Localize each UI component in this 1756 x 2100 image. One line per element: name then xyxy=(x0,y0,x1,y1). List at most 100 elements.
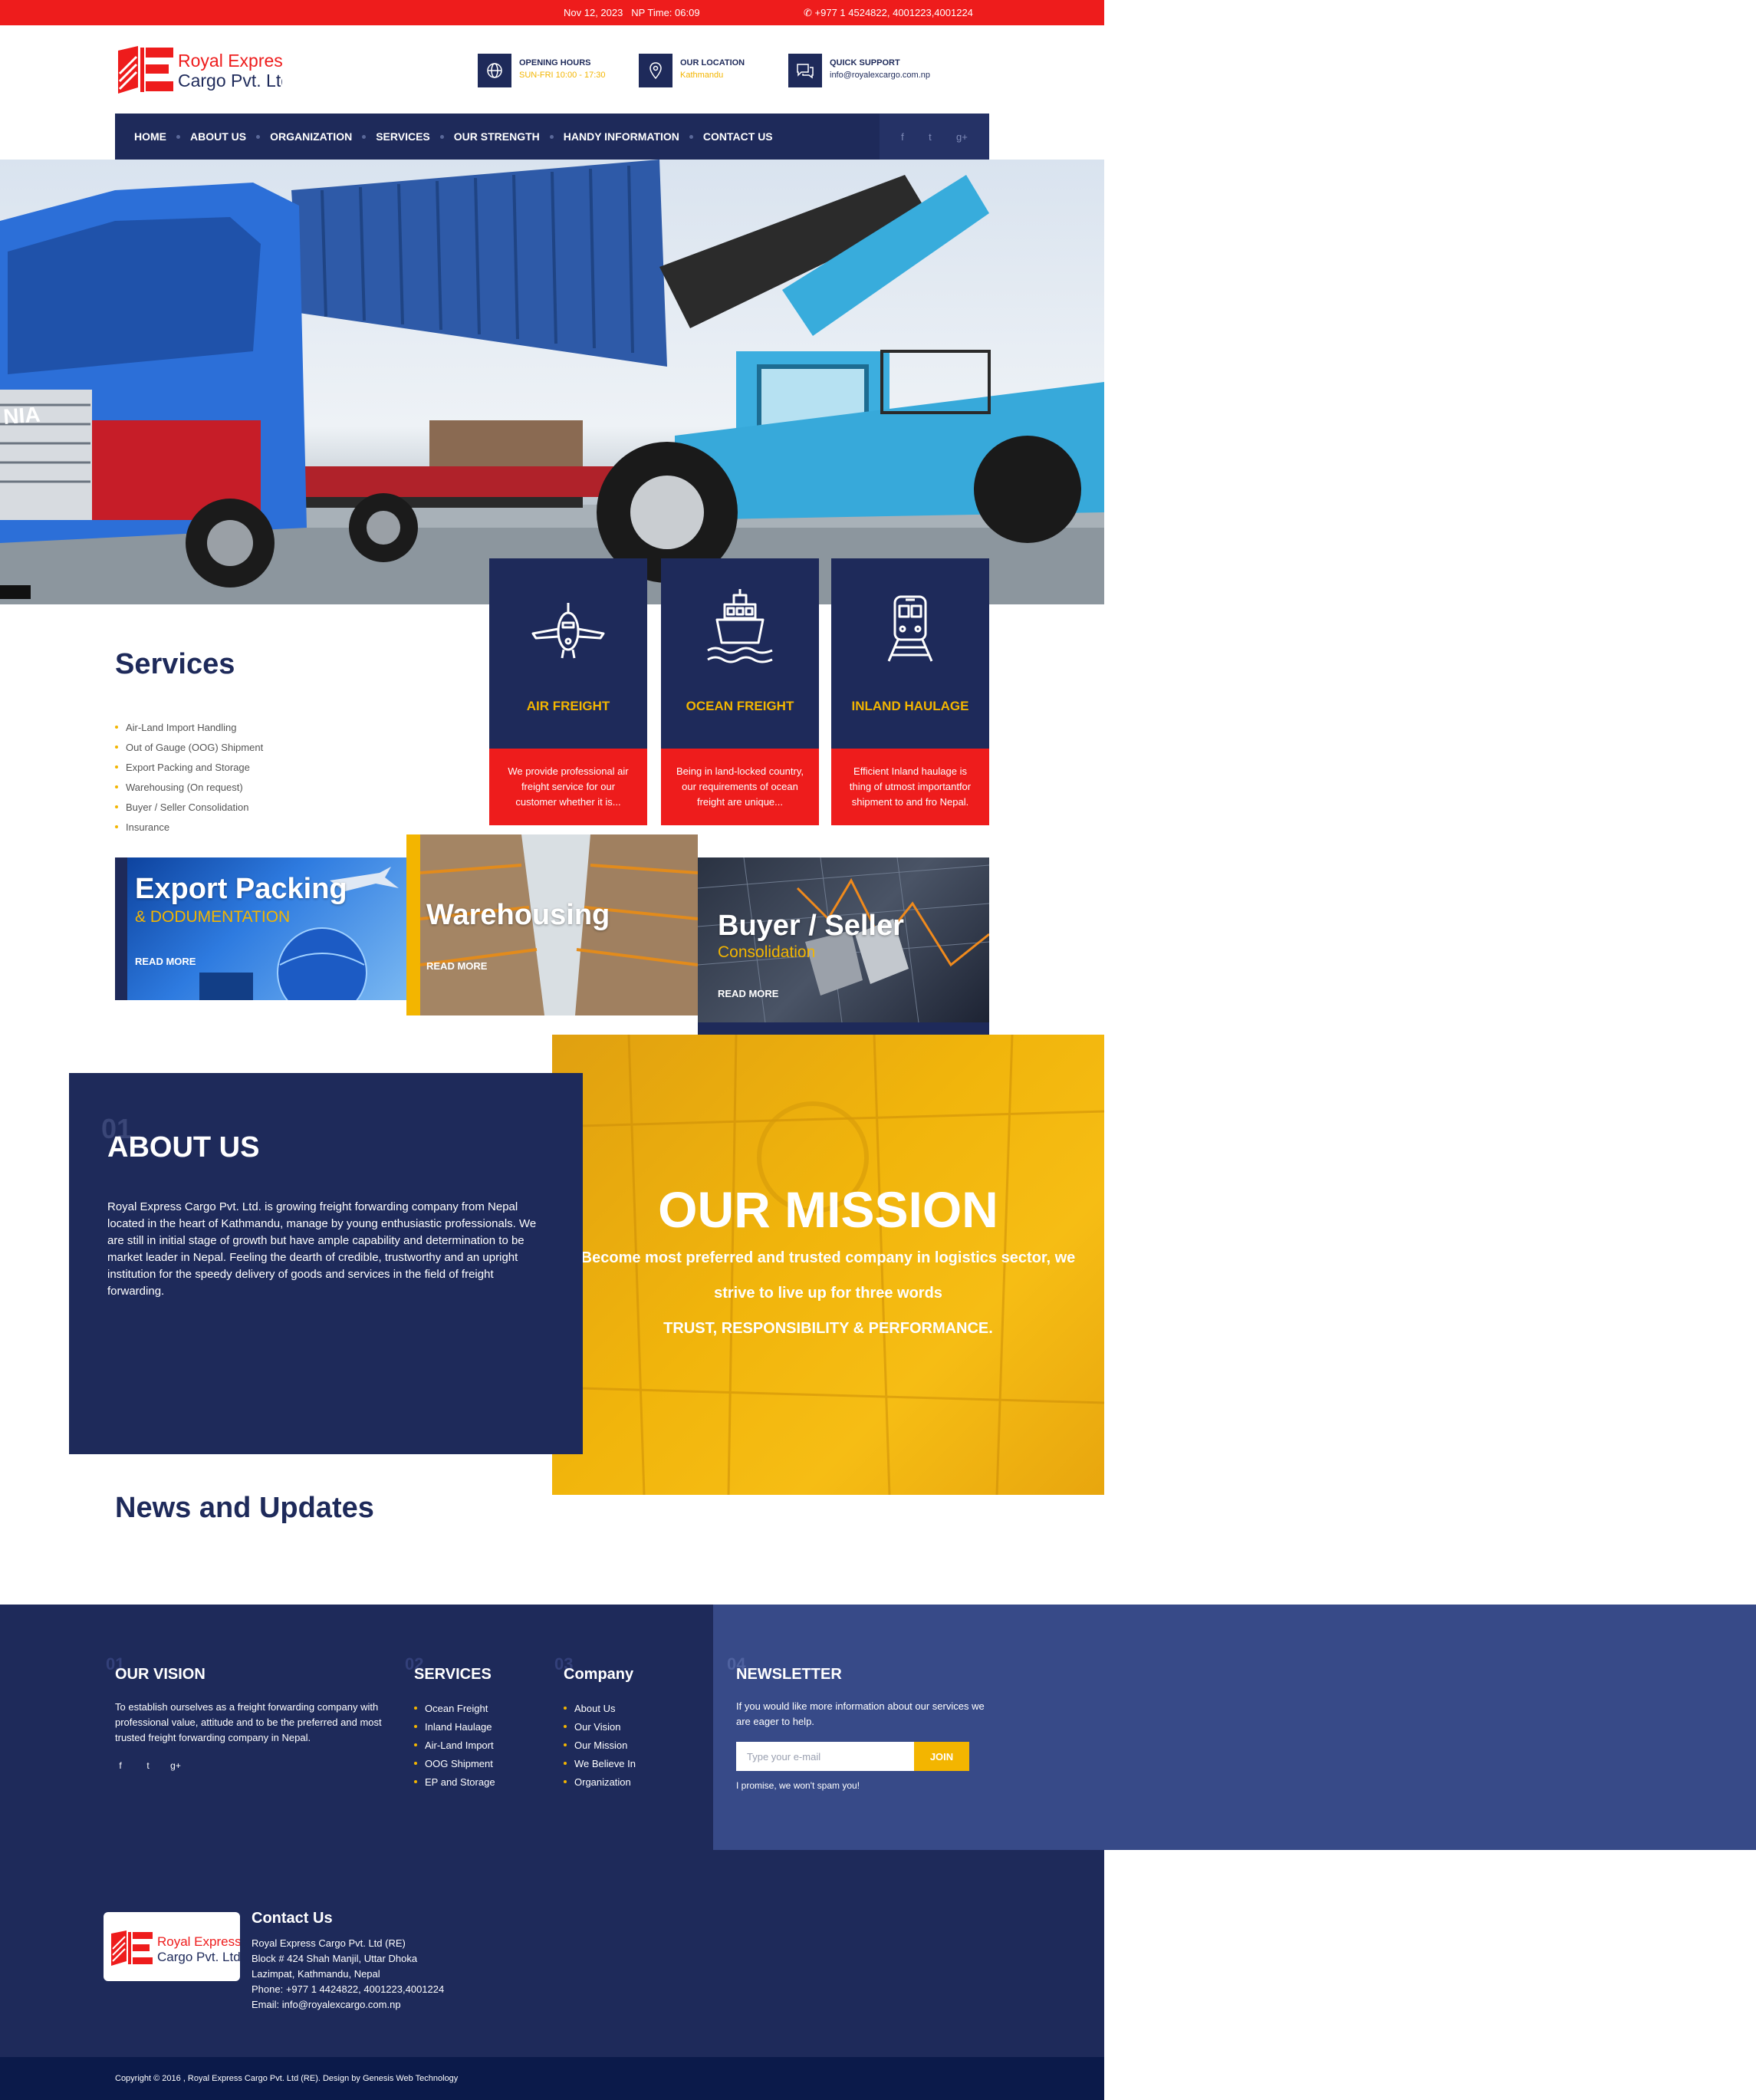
footer-social: f t g+ xyxy=(115,1760,181,1771)
logo-mark: Royal Express Cargo Pvt. Ltd xyxy=(111,1930,242,1966)
hero-image: NIA xyxy=(0,160,1104,604)
nav-handy-information[interactable]: HANDY INFORMATION xyxy=(564,130,679,143)
tile-export-packing[interactable]: Export Packing & DODUMENTATION READ MORE xyxy=(115,857,406,1000)
footer-services-title: SERVICES xyxy=(414,1666,492,1683)
footer-logo[interactable]: Royal Express Cargo Pvt. Ltd xyxy=(104,1912,242,1981)
list-item[interactable]: Buyer / Seller Consolidation xyxy=(115,797,263,817)
list-item[interactable]: Inland Haulage xyxy=(414,1717,495,1736)
facebook-icon[interactable]: f xyxy=(901,131,904,143)
nav-organization[interactable]: ORGANIZATION xyxy=(270,130,352,143)
read-more-link[interactable]: READ MORE xyxy=(426,960,487,972)
newsletter-email-input[interactable] xyxy=(736,1742,914,1771)
contact-title: Contact Us xyxy=(252,1910,333,1927)
support-email[interactable]: info@royalexcargo.com.np xyxy=(830,71,930,80)
nav-about-us[interactable]: ABOUT US xyxy=(190,130,246,143)
list-item[interactable]: We Believe In xyxy=(564,1754,636,1772)
list-item[interactable]: Our Mission xyxy=(564,1736,636,1754)
tile-title: Warehousing xyxy=(426,899,610,931)
support-label: QUICK SUPPORT xyxy=(830,58,900,67)
logo-mark: Royal Express Cargo Pvt. Ltd xyxy=(118,46,291,94)
svg-text:Royal Express: Royal Express xyxy=(178,51,282,71)
twitter-icon[interactable]: t xyxy=(929,131,932,143)
read-more-link[interactable]: READ MORE xyxy=(718,988,778,999)
service-card-ocean-freight[interactable]: OCEAN FREIGHT Being in land-locked count… xyxy=(661,558,819,825)
top-bar: Nov 12, 2023 NP Time: 06:09 ✆ +977 1 452… xyxy=(0,0,1104,25)
service-card-air-freight[interactable]: AIR FREIGHT We provide professional air … xyxy=(489,558,647,825)
nav-items: HOME ABOUT US ORGANIZATION SERVICES OUR … xyxy=(134,114,773,160)
list-item[interactable]: Air-Land Import Handling xyxy=(115,717,263,737)
nav-social: f t g+ xyxy=(880,114,989,160)
svg-text:NIA: NIA xyxy=(2,403,41,429)
chat-icon xyxy=(788,54,822,87)
location-value: Kathmandu xyxy=(680,71,724,80)
service-card-inland-haulage[interactable]: INLAND HAULAGE Efficient Inland haulage … xyxy=(831,558,989,825)
nav-home[interactable]: HOME xyxy=(134,130,166,143)
twitter-icon[interactable]: t xyxy=(143,1760,153,1771)
opening-hours: OPENING HOURS SUN-FRI 10:00 - 17:30 xyxy=(478,54,623,89)
contact-address: Block # 424 Shah Manjil, Uttar Dhoka xyxy=(252,1953,418,1964)
mission-line: strive to live up for three words xyxy=(714,1285,942,1302)
newsletter-note: I promise, we won't spam you! xyxy=(736,1780,860,1791)
contact-email[interactable]: Email: info@royalexcargo.com.np xyxy=(252,1997,444,2013)
list-item[interactable]: About Us xyxy=(564,1699,636,1717)
nav-separator xyxy=(256,134,261,139)
list-item[interactable]: Warehousing (On request) xyxy=(115,777,263,797)
card-text: Efficient Inland haulage is thing of utm… xyxy=(831,749,989,825)
newsletter-join-button[interactable]: JOIN xyxy=(914,1742,969,1771)
tile-subtitle: & DODUMENTATION xyxy=(135,908,291,926)
svg-text:Royal Express: Royal Express xyxy=(157,1934,240,1949)
contact-phone: Phone: +977 1 4424822, 4001223,4001224 xyxy=(252,1983,445,1995)
card-title: OCEAN FREIGHT xyxy=(686,699,794,713)
footer-vision-title: OUR VISION xyxy=(115,1666,206,1683)
quick-support[interactable]: QUICK SUPPORT info@royalexcargo.com.np xyxy=(788,54,957,89)
card-title: AIR FREIGHT xyxy=(526,699,610,713)
list-item[interactable]: OOG Shipment xyxy=(414,1754,495,1772)
list-item[interactable]: Ocean Freight xyxy=(414,1699,495,1717)
read-more-link[interactable]: READ MORE xyxy=(135,956,196,967)
nav-contact-us[interactable]: CONTACT US xyxy=(703,130,773,143)
list-item[interactable]: Our Vision xyxy=(564,1717,636,1736)
list-item[interactable]: Air-Land Import xyxy=(414,1736,495,1754)
card-text: We provide professional air freight serv… xyxy=(489,749,647,825)
facebook-icon[interactable]: f xyxy=(115,1760,126,1771)
globe-icon xyxy=(478,54,511,87)
list-item[interactable]: Out of Gauge (OOG) Shipment xyxy=(115,737,263,757)
nav-separator xyxy=(689,134,693,139)
mission-line: Become most preferred and trusted compan… xyxy=(580,1249,1076,1266)
list-item[interactable]: Export Packing and Storage xyxy=(115,757,263,777)
nav-separator xyxy=(362,134,367,139)
main-nav: HOME ABOUT US ORGANIZATION SERVICES OUR … xyxy=(115,114,989,160)
nav-our-strength[interactable]: OUR STRENGTH xyxy=(454,130,540,143)
our-location: OUR LOCATION Kathmandu xyxy=(639,54,761,89)
ship-icon xyxy=(707,589,773,663)
card-top: AIR FREIGHT xyxy=(489,558,647,749)
tile-warehousing[interactable]: Warehousing READ MORE xyxy=(406,834,698,1015)
about-title: ABOUT US xyxy=(107,1131,260,1164)
tile-buyer-seller[interactable]: Buyer / Seller Consolidation READ MORE xyxy=(698,857,989,1035)
svg-text:Cargo Pvt. Ltd: Cargo Pvt. Ltd xyxy=(157,1950,240,1964)
google-plus-icon[interactable]: g+ xyxy=(170,1760,181,1771)
list-item[interactable]: Insurance xyxy=(115,817,263,837)
list-item[interactable]: Organization xyxy=(564,1772,636,1791)
date-time: Nov 12, 2023 NP Time: 06:09 xyxy=(564,7,700,18)
opening-hours-label: OPENING HOURS xyxy=(519,58,591,67)
about-body: Royal Express Cargo Pvt. Ltd. is growing… xyxy=(107,1200,537,1298)
mission-title: OUR MISSION xyxy=(658,1181,998,1238)
tile-title: Buyer / Seller xyxy=(718,910,904,942)
services-list: Air-Land Import Handling Out of Gauge (O… xyxy=(115,717,263,837)
site-logo[interactable]: Royal Express Cargo Pvt. Ltd xyxy=(115,44,291,95)
google-plus-icon[interactable]: g+ xyxy=(956,131,968,143)
svg-text:Cargo Pvt. Ltd: Cargo Pvt. Ltd xyxy=(178,71,282,91)
nav-services[interactable]: SERVICES xyxy=(376,130,430,143)
top-phone-text: +977 1 4524822, 4001223,4001224 xyxy=(814,7,973,18)
list-item[interactable]: EP and Storage xyxy=(414,1772,495,1791)
airplane-icon xyxy=(531,603,605,659)
contact-city: Lazimpat, Kathmandu, Nepal xyxy=(252,1968,380,1980)
tile-subtitle: Consolidation xyxy=(718,943,816,961)
nav-separator xyxy=(549,134,554,139)
newsletter-text: If you would like more information about… xyxy=(736,1700,985,1727)
footer-vision-text: To establish ourselves as a freight forw… xyxy=(115,1701,382,1743)
top-phone[interactable]: ✆ +977 1 4524822, 4001223,4001224 xyxy=(804,7,973,19)
train-icon xyxy=(887,595,933,662)
nav-separator xyxy=(439,134,444,139)
